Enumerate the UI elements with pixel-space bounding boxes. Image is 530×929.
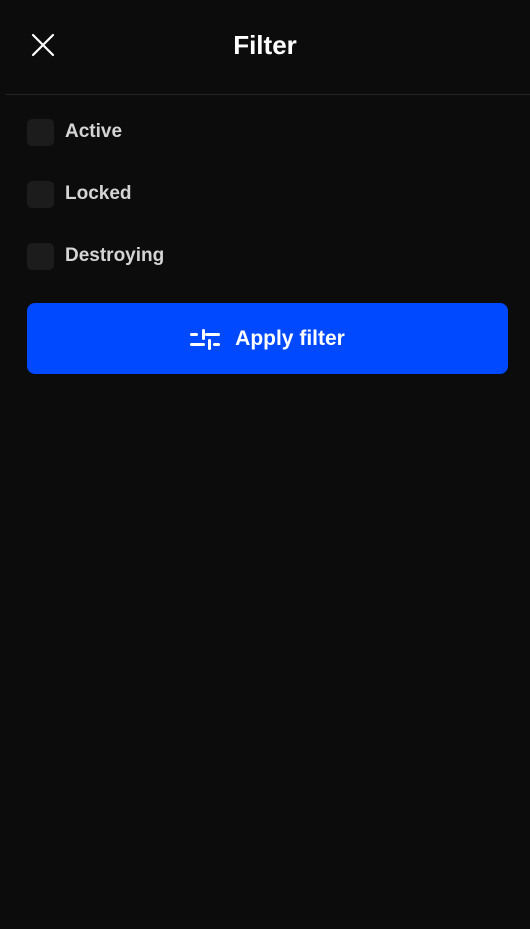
apply-filter-button[interactable]: Apply filter bbox=[27, 303, 508, 374]
filter-option-destroying[interactable]: Destroying bbox=[27, 225, 507, 287]
header-divider bbox=[6, 94, 530, 95]
checkbox-destroying[interactable] bbox=[27, 242, 54, 270]
filter-option-locked[interactable]: Locked bbox=[27, 163, 507, 225]
filter-label-active: Active bbox=[65, 121, 123, 142]
page-title: Filter bbox=[233, 30, 297, 60]
checkbox-locked[interactable] bbox=[27, 180, 54, 208]
filter-option-active[interactable]: Active bbox=[27, 101, 507, 163]
sliders-icon bbox=[190, 327, 221, 351]
filter-label-destroying: Destroying bbox=[65, 245, 165, 266]
apply-filter-label: Apply filter bbox=[235, 326, 345, 350]
filter-options: Active Locked Destroying bbox=[27, 101, 507, 287]
filter-label-locked: Locked bbox=[65, 183, 132, 204]
filter-header: Filter bbox=[0, 0, 530, 94]
checkbox-active[interactable] bbox=[27, 118, 54, 146]
